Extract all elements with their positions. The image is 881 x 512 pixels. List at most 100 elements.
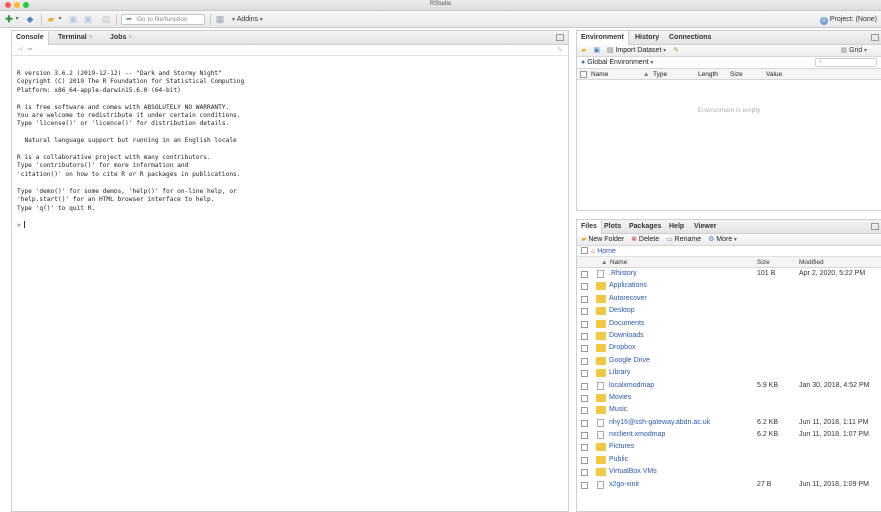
file-name[interactable]: Library xyxy=(609,367,630,379)
file-row[interactable]: Downloads xyxy=(577,330,881,342)
chevron-down-icon[interactable]: ▾ xyxy=(14,14,20,25)
addins-menu[interactable]: ▾ Addins ▾ xyxy=(232,14,263,25)
tab-viewer[interactable]: Viewer xyxy=(690,220,720,233)
file-name[interactable]: Documents xyxy=(609,318,644,330)
file-name[interactable]: Autorecover xyxy=(609,293,647,305)
row-checkbox[interactable] xyxy=(581,357,588,365)
clear-environment-icon[interactable]: ✎ xyxy=(673,45,679,57)
env-search-input[interactable]: ⌕ xyxy=(815,58,877,67)
file-row[interactable]: Public xyxy=(577,454,881,466)
file-row[interactable]: Applications xyxy=(577,280,881,292)
print-icon[interactable]: ▤ xyxy=(100,14,112,25)
file-name[interactable]: Applications xyxy=(609,280,647,292)
pane-layout-icon[interactable]: ▦ xyxy=(214,14,226,25)
col-size[interactable]: Size xyxy=(757,257,770,268)
new-folder-button[interactable]: ▰ New Folder xyxy=(581,234,624,246)
row-checkbox[interactable] xyxy=(581,320,588,328)
breadcrumb-home[interactable]: Home xyxy=(597,248,616,255)
tab-plots[interactable]: Plots xyxy=(600,220,625,233)
file-row[interactable]: Google Drive xyxy=(577,355,881,367)
close-icon[interactable]: × xyxy=(89,34,93,41)
file-row[interactable]: x2go-xinit 27 B Jun 11, 2018, 1:09 PM xyxy=(577,479,881,491)
new-project-icon[interactable]: ◆ xyxy=(23,14,37,25)
file-name[interactable]: Downloads xyxy=(609,330,644,342)
row-checkbox[interactable] xyxy=(581,432,588,440)
file-row[interactable]: Pictures xyxy=(577,441,881,453)
file-name[interactable]: VirtualBox VMs xyxy=(609,466,657,478)
file-row[interactable]: Music xyxy=(577,404,881,416)
file-name[interactable]: nhy16@ssh-gateway.abdn.ac.uk xyxy=(609,417,710,429)
chevron-down-icon[interactable]: ▾ xyxy=(57,14,63,25)
import-dataset-button[interactable]: ▤ Import Dataset ▾ xyxy=(607,45,666,57)
row-checkbox[interactable] xyxy=(581,456,588,464)
row-checkbox[interactable] xyxy=(581,394,588,402)
file-name[interactable]: .Rhistory xyxy=(609,268,637,280)
tab-environment[interactable]: Environment xyxy=(577,31,629,45)
col-length[interactable]: Length xyxy=(698,69,718,80)
col-name[interactable]: Name xyxy=(591,69,608,80)
row-checkbox[interactable] xyxy=(581,271,588,278)
file-row[interactable]: Movies xyxy=(577,392,881,404)
view-mode-menu[interactable]: ▦ Grid ▾ xyxy=(841,45,867,57)
tab-packages[interactable]: Packages xyxy=(625,220,665,233)
tab-terminal[interactable]: Terminal × xyxy=(54,31,97,44)
row-checkbox[interactable] xyxy=(581,444,588,452)
file-name[interactable]: localxmodmap xyxy=(609,380,654,392)
open-file-icon[interactable]: ▰ xyxy=(45,14,57,25)
select-all-checkbox[interactable] xyxy=(581,247,588,254)
row-checkbox[interactable] xyxy=(581,308,588,316)
tab-console[interactable]: Console xyxy=(11,31,49,45)
file-row[interactable]: .Rhistory 101 B Apr 2, 2020, 5:22 PM xyxy=(577,268,881,280)
row-checkbox[interactable] xyxy=(581,469,588,477)
new-file-icon[interactable]: ✚ xyxy=(4,14,14,25)
tab-help[interactable]: Help xyxy=(665,220,688,233)
file-row[interactable]: Desktop xyxy=(577,305,881,317)
tab-connections[interactable]: Connections xyxy=(665,31,715,44)
project-menu[interactable]: R Project: (None) xyxy=(819,14,877,25)
row-checkbox[interactable] xyxy=(581,283,588,291)
clear-console-icon[interactable]: ✎ xyxy=(557,46,563,56)
row-checkbox[interactable] xyxy=(581,370,588,378)
select-all-checkbox[interactable] xyxy=(580,71,587,78)
file-name[interactable]: x2go-xinit xyxy=(609,479,639,491)
file-row[interactable]: Autorecover xyxy=(577,293,881,305)
file-name[interactable]: Google Drive xyxy=(609,355,650,367)
file-row[interactable]: VirtualBox VMs xyxy=(577,466,881,478)
row-checkbox[interactable] xyxy=(581,332,588,340)
tab-jobs[interactable]: Jobs × xyxy=(106,31,136,44)
file-row[interactable]: nxclient.xmodmap 6.2 KB Jun 11, 2018, 1:07… xyxy=(577,429,881,441)
file-name[interactable]: Pictures xyxy=(609,441,634,453)
file-row[interactable]: Documents xyxy=(577,318,881,330)
file-row[interactable]: localxmodmap 5.9 KB Jan 30, 2018, 4:52 PM xyxy=(577,380,881,392)
delete-button[interactable]: ⊗ Delete xyxy=(631,234,659,246)
rename-button[interactable]: ▭ Rename xyxy=(666,234,701,246)
close-icon[interactable]: × xyxy=(128,34,132,41)
more-menu[interactable]: ⚙ More ▾ xyxy=(708,234,737,246)
console-output[interactable]: R version 3.6.2 (2019-12-12) -- "Dark an… xyxy=(12,56,568,231)
tab-history[interactable]: History xyxy=(631,31,663,44)
file-row[interactable]: Library xyxy=(577,367,881,379)
load-workspace-icon[interactable]: ▰ xyxy=(581,45,586,57)
col-type[interactable]: Type xyxy=(653,69,667,80)
maximize-pane-icon[interactable] xyxy=(871,223,879,230)
environment-scope-menu[interactable]: ● Global Environment ▾ xyxy=(581,57,653,69)
file-row[interactable]: nhy16@ssh-gateway.abdn.ac.uk 6.2 KB Jun 11… xyxy=(577,417,881,429)
file-name[interactable]: nxclient.xmodmap xyxy=(609,429,665,441)
save-icon[interactable]: ▣ xyxy=(68,14,78,25)
maximize-pane-icon[interactable] xyxy=(556,34,564,41)
file-row[interactable]: Dropbox xyxy=(577,342,881,354)
row-checkbox[interactable] xyxy=(581,295,588,303)
row-checkbox[interactable] xyxy=(581,419,588,427)
maximize-pane-icon[interactable] xyxy=(871,34,879,41)
file-name[interactable]: Public xyxy=(609,454,628,466)
file-name[interactable]: Music xyxy=(609,404,627,416)
row-checkbox[interactable] xyxy=(581,407,588,415)
tab-files[interactable]: Files xyxy=(577,220,602,234)
col-value[interactable]: Value xyxy=(766,69,782,80)
goto-file-input[interactable]: ➦ Go to file/function xyxy=(121,14,205,25)
file-name[interactable]: Dropbox xyxy=(609,342,635,354)
save-all-icon[interactable]: ▣ xyxy=(82,14,94,25)
col-size[interactable]: Size xyxy=(730,69,743,80)
col-name[interactable]: Name xyxy=(610,257,627,268)
row-checkbox[interactable] xyxy=(581,481,588,489)
